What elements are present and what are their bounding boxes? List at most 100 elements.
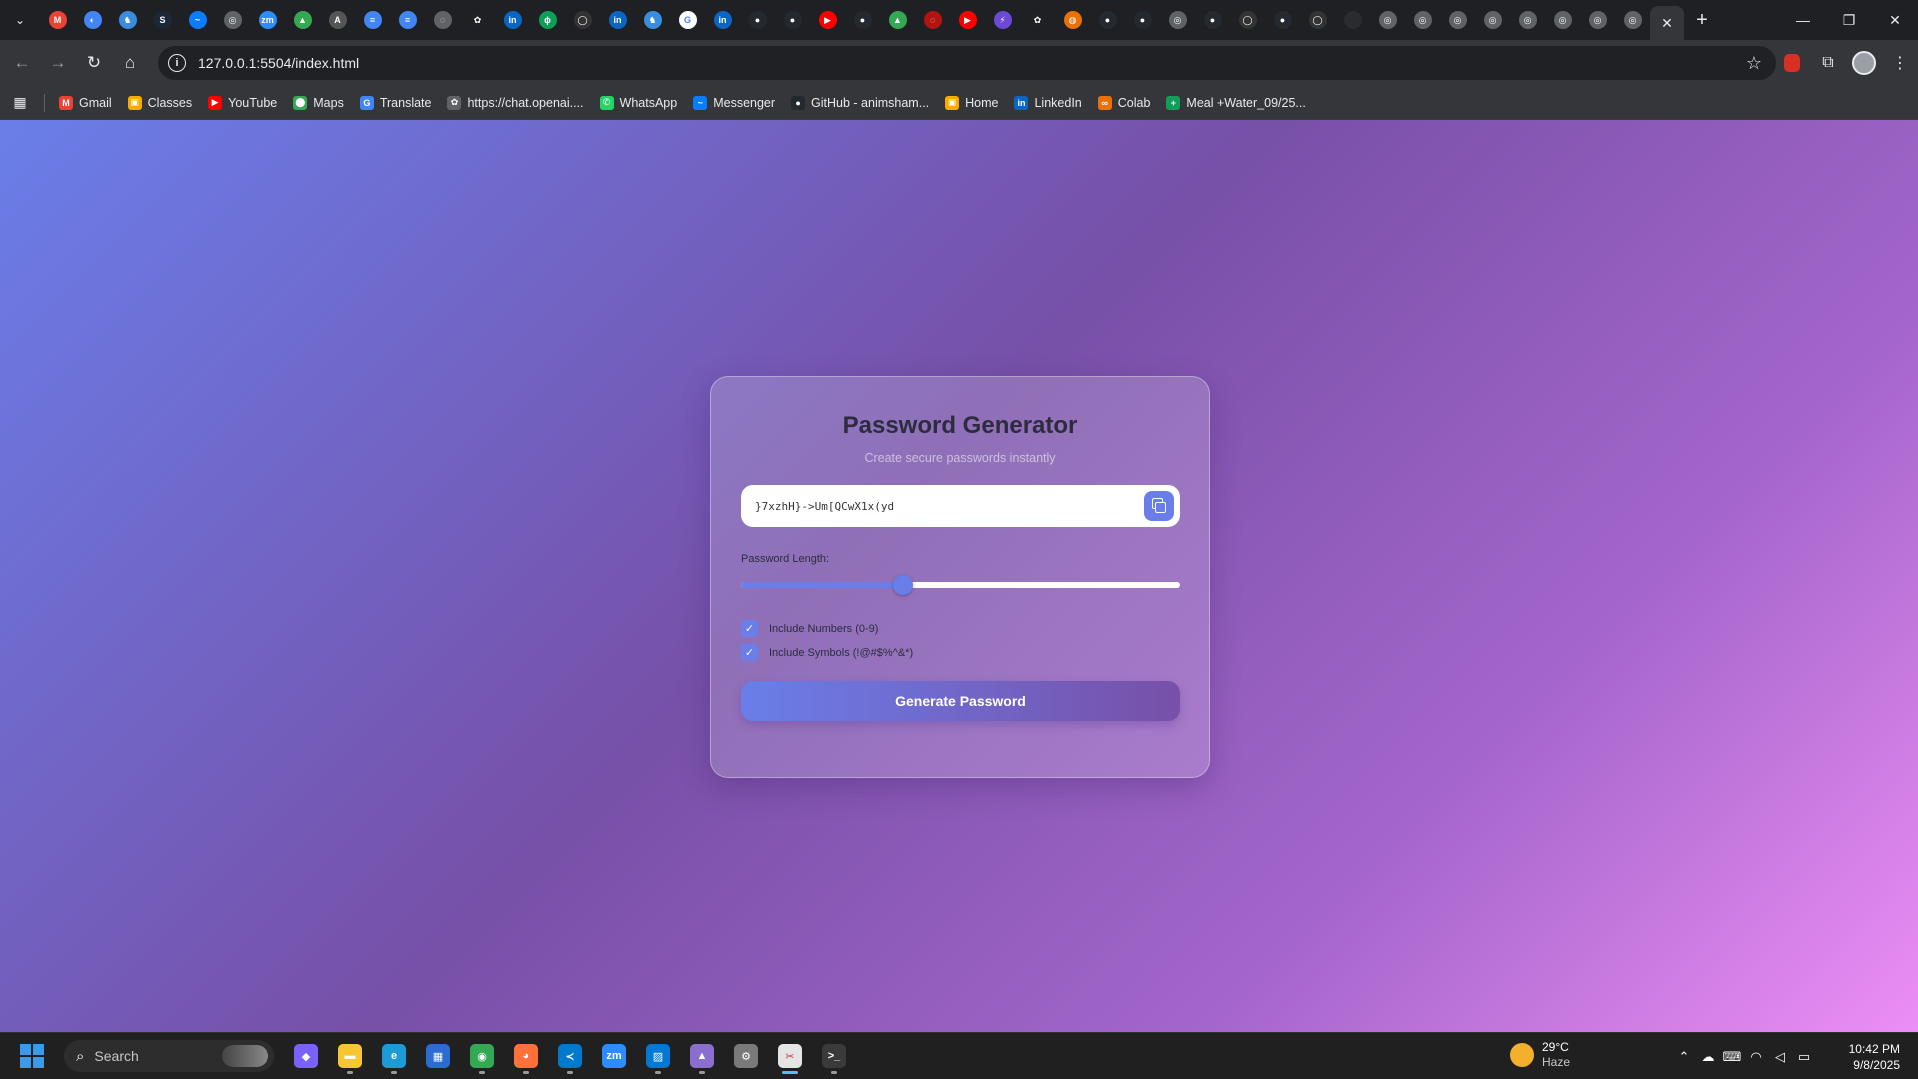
wifi-icon[interactable]: ◠ [1744, 1049, 1768, 1065]
home-icon[interactable]: ⌂ [112, 45, 148, 81]
browser-tab[interactable]: ϕ [530, 4, 565, 36]
password-output[interactable]: }7xzhH}->Um[QCwX1x(yd [741, 485, 1180, 527]
active-tab[interactable]: ✕ [1650, 6, 1684, 40]
url-text[interactable]: 127.0.0.1:5504/index.html [198, 55, 359, 71]
bookmark-item[interactable]: ▶ YouTube [200, 89, 285, 117]
browser-tab[interactable]: ◎ [1160, 4, 1195, 36]
browser-tab[interactable]: M [40, 4, 75, 36]
bookmark-item[interactable]: M Gmail [51, 89, 120, 117]
browser-tab[interactable]: ◎ [1440, 4, 1475, 36]
system-clock[interactable]: 10:42 PM 9/8/2025 [1849, 1041, 1900, 1073]
browser-tab[interactable]: ◯ [565, 4, 600, 36]
browser-tab[interactable]: ● [775, 4, 810, 36]
taskbar-app[interactable]: zm [592, 1036, 636, 1076]
browser-tab[interactable]: ✿ [460, 4, 495, 36]
back-icon[interactable]: ← [4, 45, 40, 81]
close-window-icon[interactable]: ✕ [1872, 0, 1918, 40]
browser-tab[interactable]: ▲ [285, 4, 320, 36]
close-tab-icon[interactable]: ✕ [1661, 15, 1673, 32]
browser-tab[interactable]: ◌ [915, 4, 950, 36]
browser-tab[interactable]: ◌ [425, 4, 460, 36]
taskbar-app[interactable]: ▲ [680, 1036, 724, 1076]
reload-icon[interactable]: ↻ [76, 45, 112, 81]
browser-tab[interactable]: ◎ [1370, 4, 1405, 36]
bookmark-item[interactable]: ~ Messenger [685, 89, 783, 117]
browser-tab[interactable]: ▶ [950, 4, 985, 36]
browser-tab[interactable]: ⚡ [985, 4, 1020, 36]
browser-tab[interactable]: ◎ [215, 4, 250, 36]
password-text[interactable]: }7xzhH}->Um[QCwX1x(yd [755, 500, 1144, 513]
browser-tab[interactable]: ◎ [1510, 4, 1545, 36]
browser-tab[interactable]: ● [740, 4, 775, 36]
length-slider-thumb[interactable] [893, 575, 914, 595]
profile-avatar[interactable] [1846, 45, 1882, 81]
taskbar-app[interactable]: ◕ [504, 1036, 548, 1076]
browser-tab[interactable]: ▲ [880, 4, 915, 36]
browser-tab[interactable]: S [145, 4, 180, 36]
browser-tab[interactable]: ◎ [1580, 4, 1615, 36]
bookmark-item[interactable]: in LinkedIn [1006, 89, 1089, 117]
symbols-option[interactable]: ✓ Include Symbols (!@#$%^&*) [741, 644, 913, 661]
browser-tab[interactable]: ● [1265, 4, 1300, 36]
bookmark-item[interactable]: ∞ Colab [1090, 89, 1159, 117]
taskbar-app[interactable]: ▬ [328, 1036, 372, 1076]
browser-tab[interactable]: ≡ [390, 4, 425, 36]
browser-tab[interactable]: ◎ [1545, 4, 1580, 36]
taskbar-app[interactable]: >_ [812, 1036, 856, 1076]
kebab-menu-icon[interactable]: ⋮ [1882, 45, 1918, 81]
taskbar-app[interactable]: e [372, 1036, 416, 1076]
apps-grid-icon[interactable]: ▦ [2, 88, 38, 118]
taskbar-app[interactable]: ▦ [416, 1036, 460, 1076]
browser-tab[interactable]: ~ [180, 4, 215, 36]
browser-tab[interactable]: in [600, 4, 635, 36]
browser-tab[interactable]: ◍ [1055, 4, 1090, 36]
bookmark-star-icon[interactable]: ☆ [1746, 53, 1762, 74]
browser-tab[interactable]: ◯ [1230, 4, 1265, 36]
tray-chevron-icon[interactable]: ⌃ [1672, 1049, 1696, 1065]
extensions-puzzle-icon[interactable]: ⧉ [1810, 45, 1846, 81]
taskbar-app[interactable]: ◆ [284, 1036, 328, 1076]
browser-tab[interactable]: ● [845, 4, 880, 36]
browser-tab[interactable]: ✿ [1020, 4, 1055, 36]
battery-icon[interactable]: ▭ [1792, 1049, 1816, 1065]
bookmark-item[interactable]: + Meal +Water_09/25... [1158, 89, 1313, 117]
taskbar-app[interactable]: ≺ [548, 1036, 592, 1076]
browser-tab[interactable]: ◯ [1300, 4, 1335, 36]
site-info-icon[interactable]: i [168, 54, 186, 72]
browser-tab[interactable]: ● [1090, 4, 1125, 36]
minimize-icon[interactable]: — [1780, 0, 1826, 40]
bookmark-item[interactable]: ✿ https://chat.openai.... [439, 89, 591, 117]
bookmark-item[interactable]: ● GitHub - animsham... [783, 89, 937, 117]
browser-tab[interactable]: in [495, 4, 530, 36]
copy-button[interactable] [1144, 491, 1174, 521]
taskbar-search[interactable]: ⌕ Search [64, 1040, 274, 1072]
length-slider[interactable] [741, 575, 1180, 595]
symbols-checkbox[interactable]: ✓ [741, 644, 758, 661]
browser-tab[interactable]: ♞ [110, 4, 145, 36]
new-tab-button[interactable]: + [1688, 6, 1716, 34]
bookmark-item[interactable]: ▣ Home [937, 89, 1006, 117]
browser-tab[interactable]: zm [250, 4, 285, 36]
volume-icon[interactable]: ◁ [1768, 1049, 1792, 1065]
tab-search-menu-icon[interactable]: ⌄ [6, 6, 34, 34]
browser-tab[interactable]: ▶ [810, 4, 845, 36]
browser-tab[interactable]: ● [1125, 4, 1160, 36]
browser-tab[interactable]: ◐ [75, 4, 110, 36]
address-bar[interactable]: i 127.0.0.1:5504/index.html ☆ [158, 46, 1776, 80]
forward-icon[interactable]: → [40, 45, 76, 81]
bookmark-item[interactable]: ⬤ Maps [285, 89, 352, 117]
browser-tab[interactable]: A [320, 4, 355, 36]
weather-widget[interactable]: 29°C Haze [1510, 1040, 1570, 1070]
start-windows-icon[interactable] [12, 1036, 52, 1076]
numbers-option[interactable]: ✓ Include Numbers (0-9) [741, 620, 878, 637]
generate-password-button[interactable]: Generate Password [741, 681, 1180, 721]
browser-tab[interactable]: ≡ [355, 4, 390, 36]
browser-tab[interactable] [1335, 4, 1370, 36]
browser-tab[interactable]: ♞ [635, 4, 670, 36]
keyboard-icon[interactable]: ⌨ [1720, 1049, 1744, 1065]
browser-tab[interactable]: ● [1195, 4, 1230, 36]
browser-tab[interactable]: G [670, 4, 705, 36]
browser-tab[interactable]: ◎ [1615, 4, 1650, 36]
bookmark-item[interactable]: ✆ WhatsApp [592, 89, 686, 117]
restore-icon[interactable]: ❐ [1826, 0, 1872, 40]
